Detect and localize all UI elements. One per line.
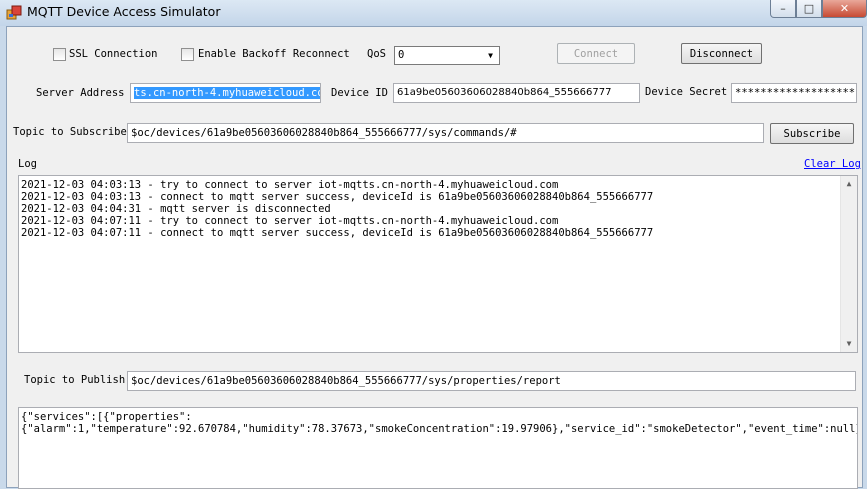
clear-log-link[interactable]: Clear Log [804,158,861,170]
topic-subscribe-input[interactable]: $oc/devices/61a9be05603606028840b864_555… [127,123,764,143]
app-window-icon [6,5,22,20]
log-line: 2021-12-03 04:03:13 - connect to mqtt se… [21,191,654,203]
log-line: 2021-12-03 04:07:11 - connect to mqtt se… [21,227,654,239]
topic-publish-label: Topic to Publish [24,374,126,386]
ssl-connection-label: SSL Connection [69,48,158,60]
title-bar[interactable]: MQTT Device Access Simulator – □ ✕ [0,0,867,26]
maximize-button[interactable]: □ [796,0,822,18]
log-label: Log [18,158,37,170]
minimize-icon: – [780,2,786,15]
main-form: SSL Connection Enable Backoff Reconnect … [6,26,863,489]
window-controls: – □ ✕ [770,0,867,20]
qos-selected-value: 0 [398,49,405,61]
log-line: 2021-12-03 04:07:11 - try to connect to … [21,215,559,227]
app-window: MQTT Device Access Simulator – □ ✕ SSL C… [0,0,867,489]
log-scrollbar[interactable]: ▲ ▼ [840,176,857,352]
server-address-value: ts.cn-north-4.myhuaweicloud.com [134,87,320,99]
payload-line: {"services":[{"properties": [21,411,192,423]
log-line: 2021-12-03 04:03:13 - try to connect to … [21,179,559,191]
scroll-down-icon[interactable]: ▼ [841,336,857,352]
ssl-connection-checkbox[interactable] [53,48,66,61]
log-textarea[interactable]: 2021-12-03 04:03:13 - try to connect to … [18,175,858,353]
device-secret-input[interactable]: ******************** [731,83,857,103]
device-id-input[interactable]: 61a9be05603606028840b864_555666777 [393,83,640,103]
device-secret-label: Device Secret [645,86,728,98]
qos-select[interactable]: 0 ▼ [394,46,500,65]
topic-subscribe-label: Topic to Subscribe [13,126,127,138]
maximize-icon: □ [803,2,815,15]
backoff-reconnect-label: Enable Backoff Reconnect [198,48,350,60]
publish-payload-textarea[interactable]: {"services":[{"properties": {"alarm":1,"… [18,407,858,489]
log-line: 2021-12-03 04:04:31 - mqtt server is dis… [21,203,331,215]
backoff-reconnect-checkbox[interactable] [181,48,194,61]
server-address-label: Server Address [36,87,125,99]
minimize-button[interactable]: – [770,0,796,18]
subscribe-button[interactable]: Subscribe [770,123,854,144]
close-button[interactable]: ✕ [822,0,867,18]
topic-publish-input[interactable]: $oc/devices/61a9be05603606028840b864_555… [127,371,856,391]
window-title: MQTT Device Access Simulator [27,4,221,19]
disconnect-button[interactable]: Disconnect [681,43,762,64]
payload-line: {"alarm":1,"temperature":92.670784,"humi… [21,423,858,435]
connect-button[interactable]: Connect [557,43,635,64]
qos-label: QoS [367,48,386,60]
scroll-up-icon[interactable]: ▲ [841,176,857,192]
device-id-label: Device ID [331,87,388,99]
chevron-down-icon: ▼ [488,51,493,60]
close-icon: ✕ [839,2,850,15]
server-address-input[interactable]: ts.cn-north-4.myhuaweicloud.com [130,83,321,103]
